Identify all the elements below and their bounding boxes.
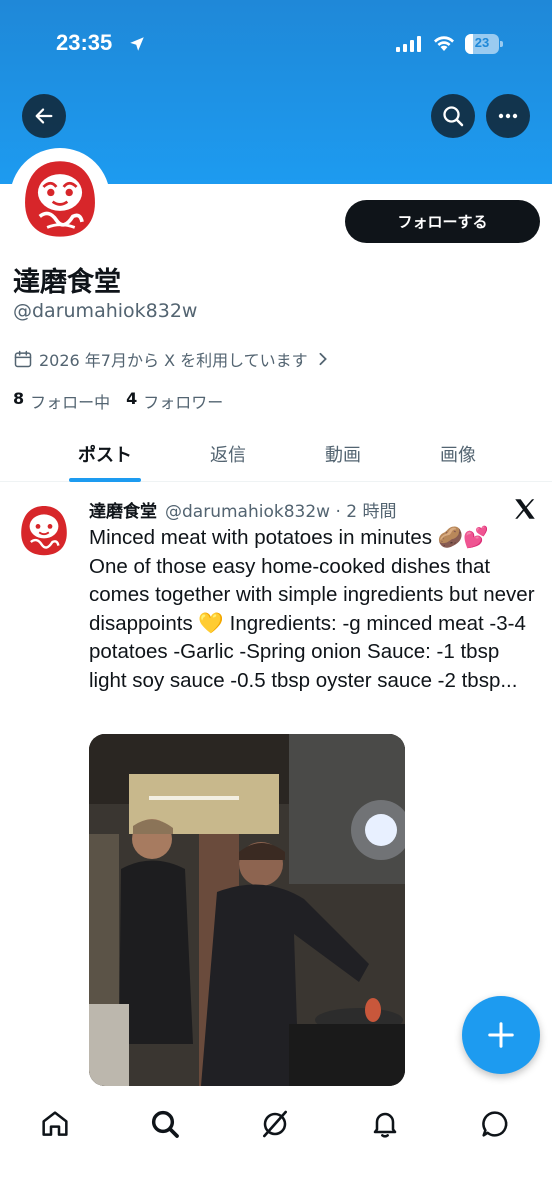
profile-avatar[interactable] [10,148,110,248]
tab-replies[interactable]: 返信 [178,426,278,482]
plus-icon [488,1022,514,1048]
following-count: 8 [13,389,25,408]
following-link[interactable]: 8 フォロー中 [13,389,110,413]
daruma-logo-icon [14,500,74,560]
chevron-right-icon [319,352,327,366]
arrow-left-icon [35,108,53,124]
status-time: 23:35 [56,30,113,55]
daruma-logo-icon [14,152,106,244]
tab-posts[interactable]: ポスト [55,426,155,482]
profile-display-name: 達磨食堂 [13,267,121,298]
nav-search[interactable] [145,1104,185,1144]
battery-percent: 23 [474,35,490,50]
tab-images[interactable]: 画像 [408,426,508,482]
post-text-line1: Minced meat with potatoes in minutes 🥔💕 [89,526,489,549]
back-button[interactable] [22,94,66,138]
follow-stats: 8 フォロー中 4 フォロワー [13,389,239,413]
followers-count: 4 [126,389,138,408]
bottom-navigation [0,1086,552,1200]
post-header: 達磨食堂 @darumahiok832w · 2 時間 [89,496,396,522]
kitchen-photo [89,734,405,1086]
battery-indicator: 23 [465,34,503,54]
post-author-name[interactable]: 達磨食堂 [89,497,157,522]
follow-button[interactable]: フォローする [345,200,540,243]
followers-label: フォロワー [143,393,224,412]
post-text-line2: One of those easy home-cooked dishes tha… [89,554,535,692]
nav-home[interactable] [35,1104,75,1144]
joined-date-row[interactable]: 2026 年7月から X を利用しています [13,347,330,371]
joined-date-text: 2026 年7月から X を利用しています [39,351,308,370]
following-label: フォロー中 [30,393,111,412]
post-meta: @darumahiok832w · 2 時間 [165,501,397,522]
wifi-icon [434,36,454,51]
tab-videos[interactable]: 動画 [293,426,393,482]
post-author-avatar[interactable] [14,500,74,560]
post-media-photo[interactable] [89,734,405,1086]
signal-icon [396,36,421,52]
search-icon [443,106,464,127]
active-tab-indicator [69,478,141,482]
profile-tabs: ポスト 返信 動画 画像 [0,426,552,482]
profile-handle: @darumahiok832w [13,300,198,322]
calendar-icon [14,350,32,368]
more-button[interactable] [486,94,530,138]
grok-icon [263,1110,287,1138]
nav-messages[interactable] [475,1104,515,1144]
post-text: Minced meat with potatoes in minutes 🥔💕 … [89,524,541,696]
more-horizontal-icon [498,113,518,119]
search-button[interactable] [431,94,475,138]
search-icon [151,1110,179,1138]
compose-post-button[interactable] [462,996,540,1074]
location-arrow-icon [130,37,144,51]
messages-icon [482,1111,508,1137]
home-icon [42,1111,68,1136]
notifications-icon [373,1112,397,1138]
nav-grok[interactable] [255,1104,295,1144]
profile-screen: 23:35 23 フォローする 達磨食堂 @darumahiok832w 202… [0,0,552,1200]
x-logo-icon [515,499,535,519]
nav-notifications[interactable] [365,1104,405,1144]
status-bar: 23:35 23 [0,30,552,60]
followers-link[interactable]: 4 フォロワー [126,389,223,413]
